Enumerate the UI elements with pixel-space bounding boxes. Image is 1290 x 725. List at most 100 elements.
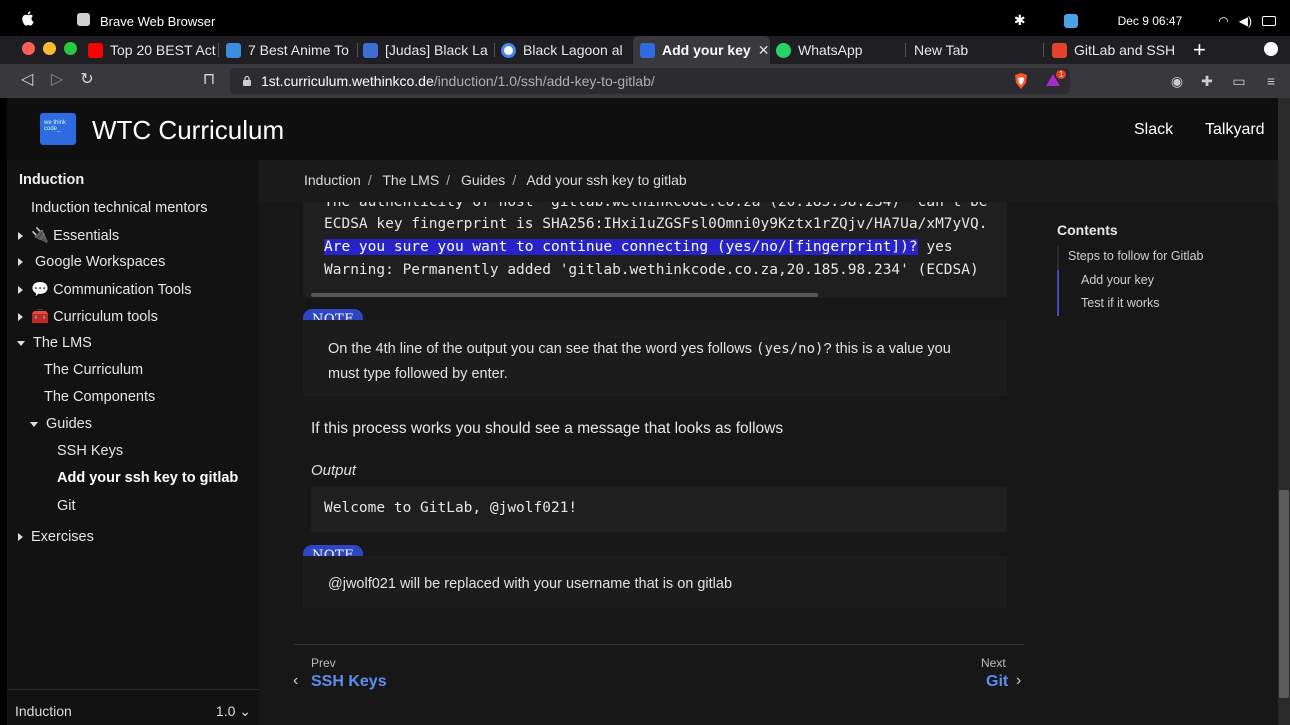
bookmark-icon[interactable]: ⊓ (200, 71, 218, 89)
sidebar-item-label: Google Workspaces (35, 254, 166, 270)
slack-tray-icon[interactable]: ✱ (1014, 12, 1026, 29)
welcome-code-block[interactable]: Welcome to GitLab, @jwolf021! (311, 486, 1007, 532)
breadcrumb: Induction / The LMS / Guides / Add your ssh… (259, 160, 1278, 202)
prev-page-link[interactable]: SSH Keys (311, 673, 387, 691)
reload-button[interactable]: ↻ (78, 71, 96, 89)
sidebar-section-title[interactable]: Induction (19, 172, 84, 188)
tab-add-your-key[interactable]: Add your key ✕ (633, 36, 770, 64)
sidebar-item-add-ssh-key-active[interactable]: Add your ssh key to gitlab (57, 470, 238, 486)
tab-whatsapp[interactable]: WhatsApp (776, 36, 906, 64)
note-text: must type followed by enter. (328, 366, 508, 382)
version-value: 1.0 ⌄ (215, 703, 251, 719)
brave-shields-icon[interactable] (1013, 72, 1029, 90)
breadcrumb-the-lms[interactable]: The LMS (382, 172, 439, 188)
version-selector[interactable]: Induction 1.0 ⌄ (7, 689, 259, 725)
tab-label: Top 20 BEST Act (110, 42, 216, 58)
sidebar: Induction Induction technical mentors 🔌 … (7, 160, 259, 725)
gitlab-icon (1052, 42, 1067, 58)
body-paragraph: If this process works you should see a m… (311, 420, 784, 437)
note-callout: @jwolf021 will be replaced with your use… (303, 556, 1007, 608)
sidebar-item-essentials[interactable]: 🔌 Essentials (18, 227, 119, 244)
output-label: Output (311, 462, 357, 479)
wtc-logo[interactable]: we think code_ (40, 113, 76, 145)
tab-judas[interactable]: [Judas] Black La (363, 36, 495, 64)
note-text: On the 4th line of the output you can se… (328, 341, 951, 357)
clock[interactable]: Dec 9 06:47 (1118, 14, 1183, 28)
next-label: Next (981, 656, 1006, 670)
sidebar-item-label: Guides (46, 416, 92, 432)
tab-gitlab[interactable]: GitLab and SSH (1052, 36, 1184, 64)
tab-menu-button[interactable] (1264, 42, 1278, 56)
volume-icon[interactable]: ◀) (1239, 14, 1252, 28)
tab-youtube[interactable]: Top 20 BEST Act (88, 36, 219, 64)
sidebar-item-mentors[interactable]: Induction technical mentors (31, 200, 208, 216)
ssh-output-code-block[interactable]: The authenticity of host 'gitlab.wethink… (303, 202, 1007, 298)
sidebar-item-guides[interactable]: Guides (30, 416, 92, 432)
code-line: Warning: Permanently added 'gitlab.wethi… (324, 262, 979, 278)
battery-icon[interactable] (1262, 15, 1276, 26)
sidebar-item-exercises[interactable]: Exercises (18, 529, 94, 545)
maximize-window-button[interactable] (64, 42, 77, 55)
chevron-down-icon: ⌄ (239, 703, 251, 719)
sidebar-item-the-lms[interactable]: The LMS (17, 335, 92, 351)
toc-item-steps[interactable]: Steps to follow for Gitlab (1068, 249, 1203, 263)
new-tab-button[interactable]: + (1193, 37, 1206, 63)
app-name[interactable]: Brave Web Browser (100, 14, 215, 29)
sidebar-item-label: Essentials (53, 228, 120, 244)
breadcrumb-guides[interactable]: Guides (461, 172, 505, 188)
slack-link[interactable]: Slack (1134, 121, 1173, 139)
wallet-icon[interactable]: ▭ (1231, 73, 1247, 89)
sidebar-item-label: The LMS (33, 335, 92, 351)
extensions-puzzle-icon[interactable]: ✚ (1199, 73, 1215, 89)
apple-icon[interactable] (20, 10, 36, 26)
code-horizontal-scrollbar[interactable] (311, 293, 818, 297)
code-line: The authenticity of host 'gitlab.wethink… (324, 202, 988, 210)
page-scrollbar-thumb[interactable] (1279, 490, 1289, 698)
toc-title: Contents (1057, 222, 1118, 238)
sidebar-item-ssh-keys[interactable]: SSH Keys (57, 443, 123, 459)
toc-item-test-if-it-works[interactable]: Test if it works (1081, 296, 1160, 310)
os-top-bar: Brave Web Browser ✱ Dec 9 06:47 ◠ ◀) (0, 0, 1290, 36)
minimize-window-button[interactable] (43, 42, 56, 55)
chevron-right-icon[interactable]: › (1016, 672, 1021, 690)
code-line: Welcome to GitLab, @jwolf021! (324, 500, 578, 516)
sidebar-item-label: Communication Tools (53, 282, 192, 298)
extension-glasses-icon[interactable]: ◉ (1169, 73, 1185, 89)
sidebar-item-communication-tools[interactable]: 💬 Communication Tools (18, 281, 191, 298)
site-header: we think code_ WTC Curriculum Slack Talk… (7, 98, 1278, 160)
sidebar-item-google-workspaces[interactable]: Google Workspaces (18, 254, 165, 270)
note-callout: On the 4th line of the output you can se… (303, 320, 1007, 396)
main-content: Induction / The LMS / Guides / Add your ssh… (259, 160, 1278, 725)
breadcrumb-induction[interactable]: Induction (304, 172, 361, 188)
talkyard-link[interactable]: Talkyard (1205, 121, 1265, 139)
tab-label: WhatsApp (798, 42, 863, 58)
back-button[interactable]: ◁ (18, 71, 36, 89)
breadcrumb-current: Add your ssh key to gitlab (526, 172, 687, 188)
url-field[interactable]: 1st.curriculum.wethinkco.de/induction/1.… (230, 68, 1070, 94)
lock-icon[interactable] (242, 75, 252, 86)
forward-button[interactable]: ▷ (48, 71, 66, 89)
tab-google[interactable]: Black Lagoon al (501, 36, 631, 64)
toc-item-add-your-key[interactable]: Add your key (1081, 273, 1154, 287)
sidebar-item-label: Exercises (31, 529, 94, 545)
caret-right-icon (18, 313, 23, 322)
tab-label: New Tab (914, 42, 969, 58)
tab-new-tab[interactable]: New Tab (914, 36, 1044, 64)
tab-strip: Top 20 BEST Act 7 Best Anime To [Judas] … (0, 36, 1290, 64)
wifi-icon[interactable]: ◠ (1218, 14, 1228, 28)
url-text: 1st.curriculum.wethinkco.de/induction/1.… (261, 73, 655, 89)
sidebar-item-git[interactable]: Git (57, 498, 76, 514)
next-page-link[interactable]: Git (986, 673, 1008, 691)
code-line: ECDSA key fingerprint is SHA256:IHxi1uZG… (324, 216, 988, 232)
sidebar-item-the-curriculum[interactable]: The Curriculum (44, 362, 143, 378)
chevron-left-icon[interactable]: ‹ (293, 672, 298, 690)
browser-menu-icon[interactable]: ≡ (1263, 73, 1279, 89)
close-tab-icon[interactable]: ✕ (758, 42, 770, 59)
site-title[interactable]: WTC Curriculum (92, 115, 284, 146)
tab-anime[interactable]: 7 Best Anime To (226, 36, 358, 64)
tab-label: Black Lagoon al (523, 42, 623, 58)
sidebar-item-the-components[interactable]: The Components (44, 389, 155, 405)
finder-tray-icon[interactable] (1063, 13, 1078, 28)
close-window-button[interactable] (22, 42, 35, 55)
sidebar-item-curriculum-tools[interactable]: 🧰 Curriculum tools (18, 308, 158, 325)
